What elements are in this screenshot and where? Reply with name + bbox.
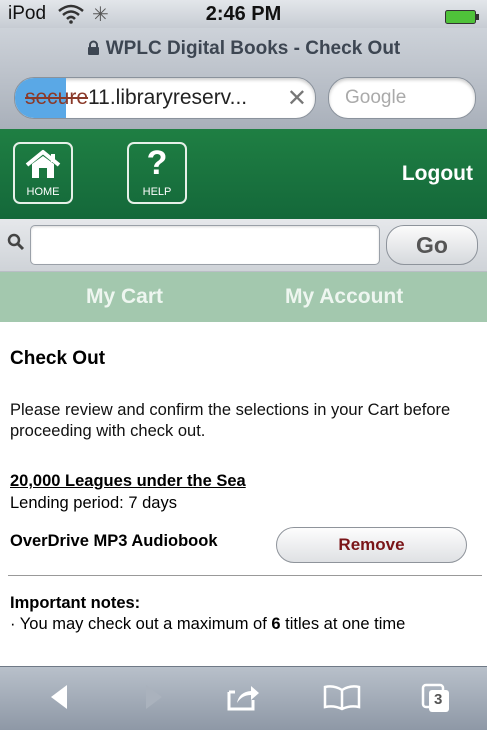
remove-button[interactable]: Remove <box>276 527 467 563</box>
status-time: 2:46 PM <box>205 3 282 25</box>
tabs-icon[interactable]: 3 <box>420 682 452 719</box>
tab-my-cart[interactable]: My Cart <box>86 285 163 309</box>
tab-my-account[interactable]: My Account <box>285 285 403 309</box>
intro-text: Please review and confirm the selections… <box>10 401 451 440</box>
status-bar: iPod ✳ 2:46 PM <box>0 0 487 28</box>
site-search-bar: Go <box>0 219 487 272</box>
browser-toolbar: 3 <box>0 666 487 730</box>
browser-chrome: WPLC Digital Books - Check Out secure11.… <box>0 28 487 130</box>
home-button[interactable]: HOME <box>13 142 73 204</box>
url-rest: 11.libraryreserv... <box>88 86 248 109</box>
lending-period: Lending period: 7 days <box>10 494 177 512</box>
go-button[interactable]: Go <box>386 225 478 265</box>
help-label: HELP <box>142 186 172 198</box>
forward-icon[interactable] <box>142 682 166 717</box>
page-title-bar: WPLC Digital Books - Check Out <box>0 38 487 62</box>
tab-bar: My Cart My Account <box>0 272 487 322</box>
help-button[interactable]: ? HELP <box>127 142 187 204</box>
page-heading: Check Out <box>10 348 106 369</box>
share-icon[interactable] <box>225 682 261 717</box>
logout-link[interactable]: Logout <box>402 162 473 186</box>
back-icon[interactable] <box>47 682 71 717</box>
page-title: WPLC Digital Books - Check Out <box>105 38 401 59</box>
tabs-count: 3 <box>434 691 443 708</box>
divider <box>8 575 482 576</box>
book-title-link[interactable]: 20,000 Leagues under the Sea <box>10 472 246 491</box>
bookmarks-icon[interactable] <box>322 682 362 717</box>
lock-icon <box>87 40 100 62</box>
browser-search-placeholder: Google <box>345 87 407 108</box>
search-icon <box>7 233 25 256</box>
address-bar[interactable]: secure11.libraryreserv... ✕ <box>14 77 316 119</box>
browser-search-field[interactable]: Google <box>328 77 476 119</box>
note-prefix: · You may check out a maximum of <box>10 615 272 633</box>
battery-icon <box>445 7 479 24</box>
notes-heading: Important notes: <box>10 594 141 612</box>
note-suffix: titles at one time <box>280 615 406 633</box>
url-prefix: secure <box>25 86 89 109</box>
note-max-titles: 6 <box>271 615 281 633</box>
site-search-input[interactable] <box>30 225 380 265</box>
home-label: HOME <box>26 186 60 198</box>
format-label: OverDrive MP3 Audiobook <box>10 532 218 550</box>
help-icon: ? <box>146 144 168 182</box>
url-text[interactable]: secure11.libraryreserv... <box>25 86 285 110</box>
clear-url-icon[interactable]: ✕ <box>287 84 307 113</box>
site-header: HOME ? HELP Logout <box>0 129 487 219</box>
note-item: · You may check out a maximum of 6 title… <box>10 614 480 635</box>
